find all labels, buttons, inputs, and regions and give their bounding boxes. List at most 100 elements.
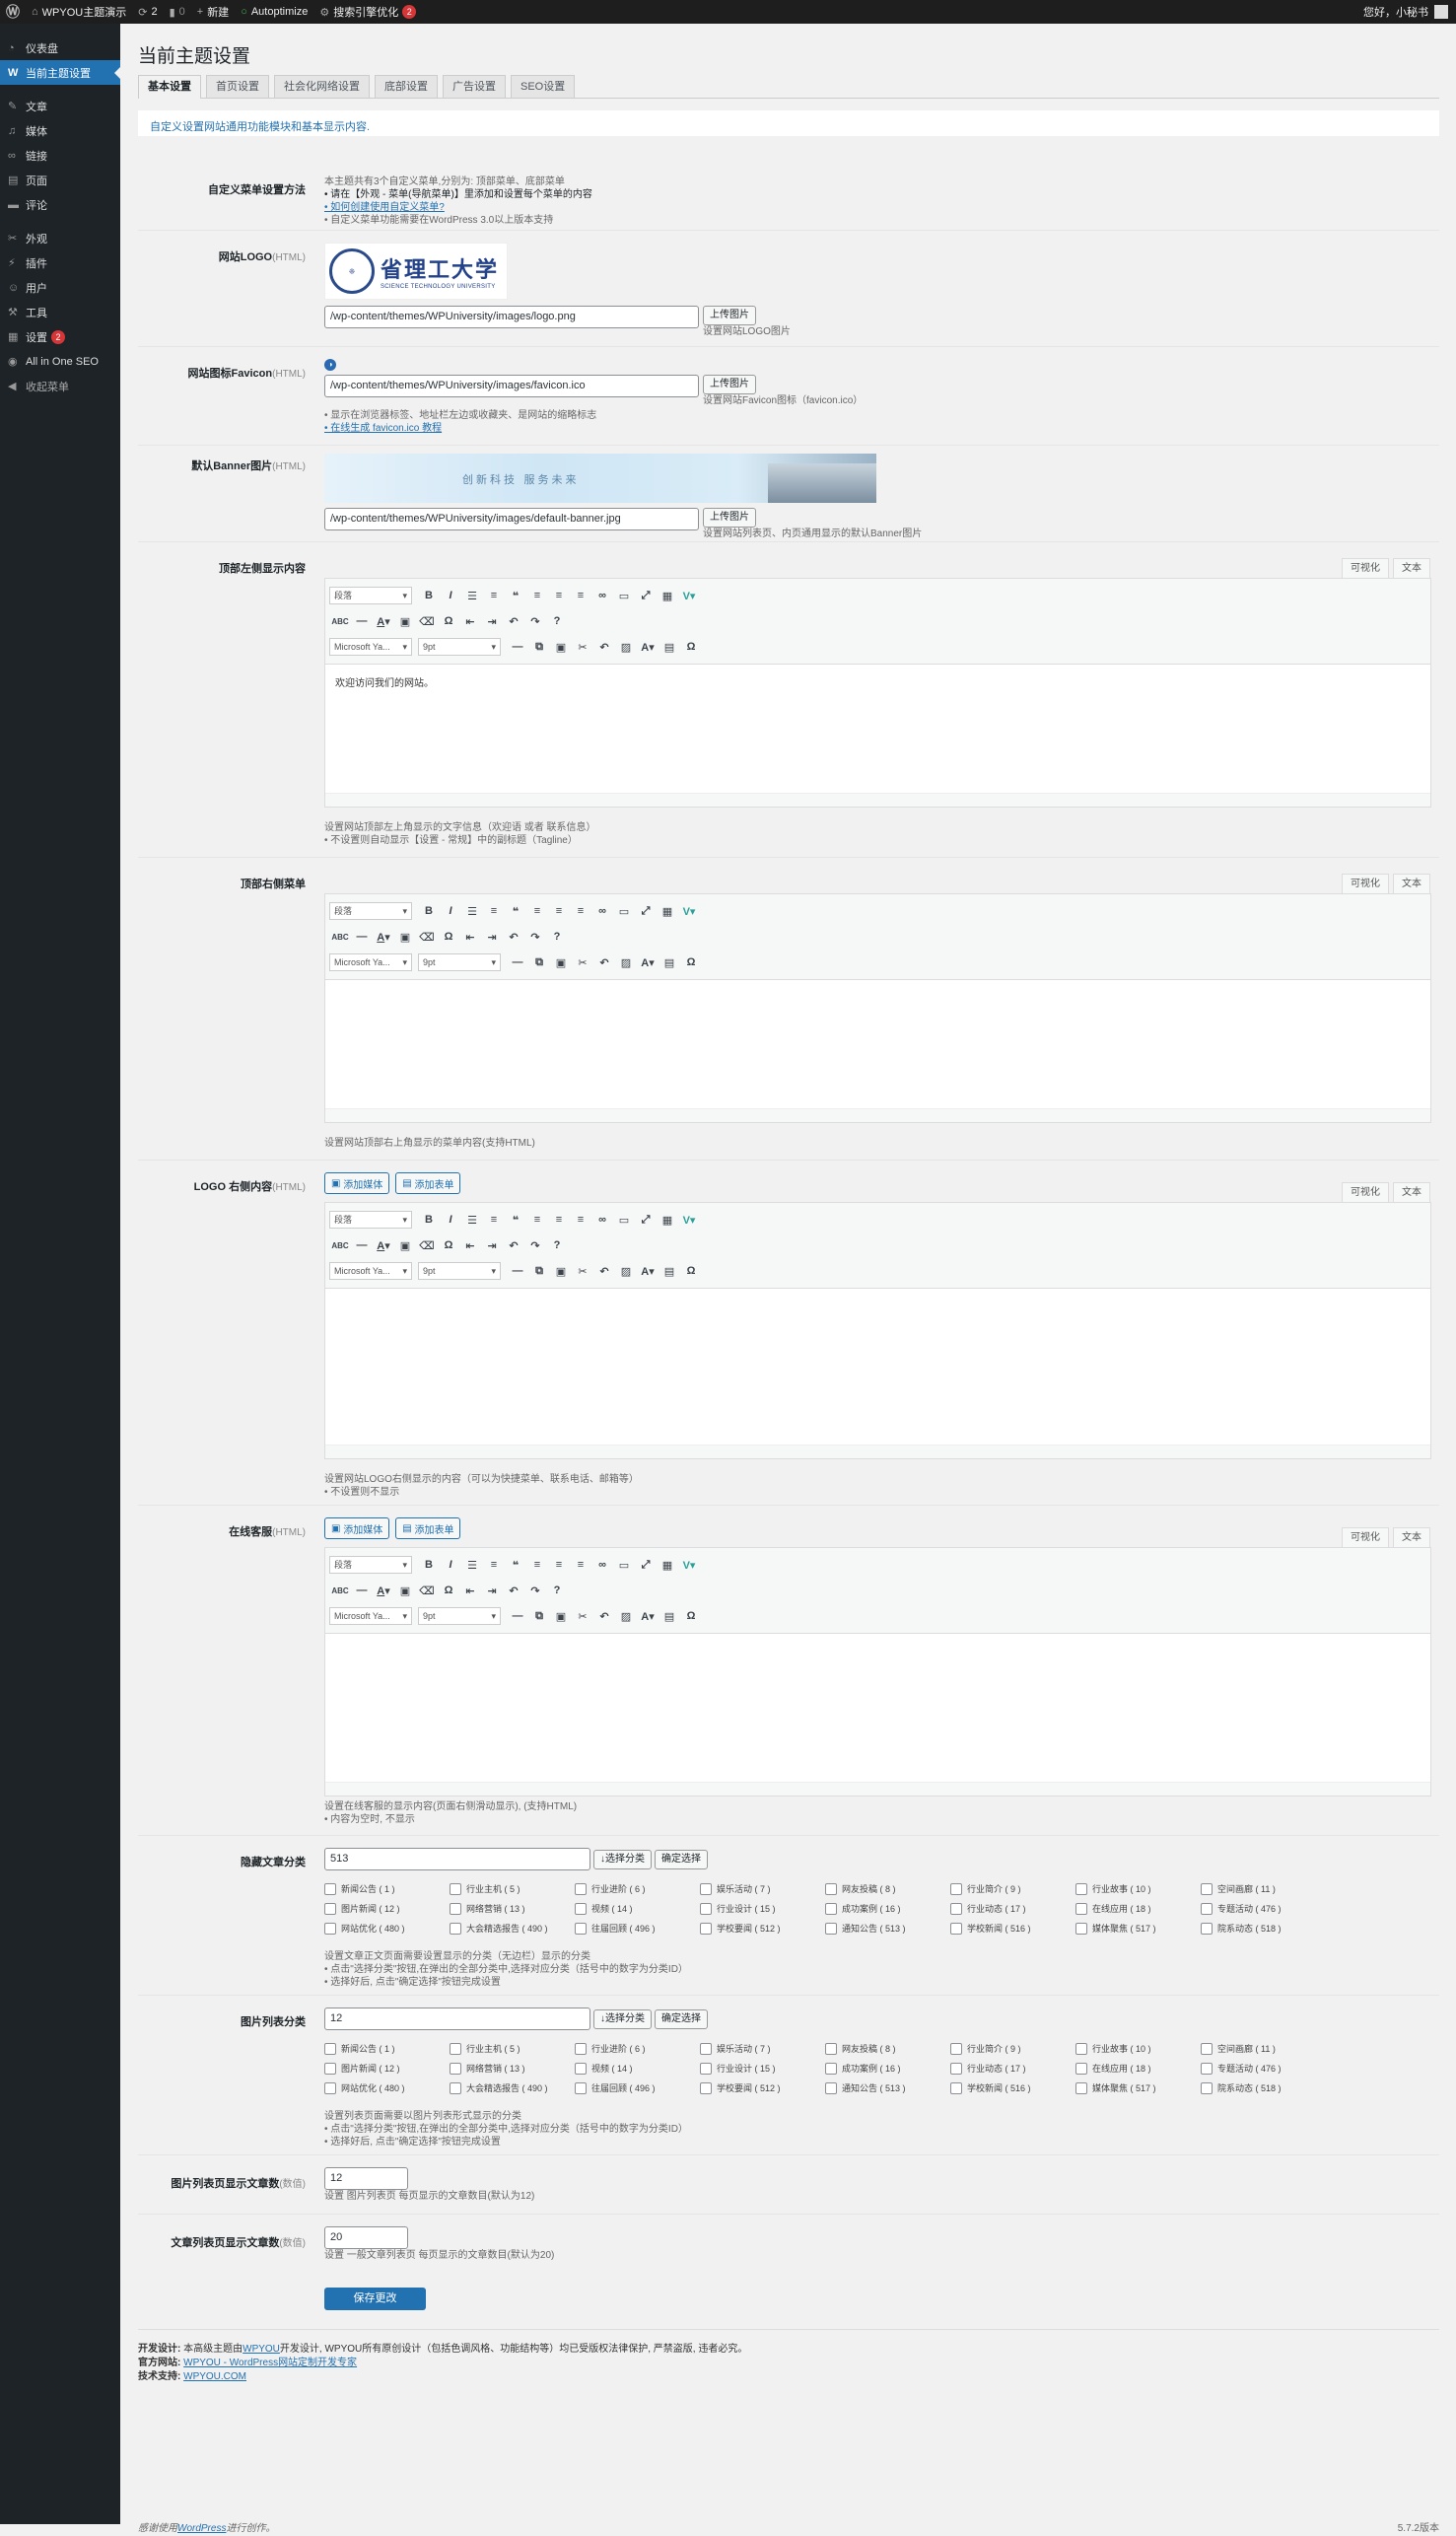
plugin-v-icon[interactable]: V▾	[678, 905, 700, 918]
font-select[interactable]: Microsoft Ya... ▾	[329, 953, 412, 971]
indent-icon[interactable]: ⇥	[481, 615, 503, 628]
tab-basic[interactable]: 基本设置	[138, 75, 201, 99]
outdent-icon[interactable]: ⇤	[459, 931, 481, 944]
outdent-icon[interactable]: ⇤	[459, 1585, 481, 1597]
paste-icon[interactable]: ▣	[550, 641, 572, 654]
align-center-icon[interactable]: ≡	[548, 590, 570, 601]
paste-text-icon[interactable]: ▣	[394, 931, 416, 944]
strikethrough-icon[interactable]: ABC	[329, 1586, 351, 1595]
checkbox[interactable]	[324, 2042, 336, 2055]
horizontal-line-icon[interactable]: —	[351, 1239, 373, 1251]
category-option[interactable]: 专题活动 ( 476 )	[1201, 2060, 1326, 2077]
category-option[interactable]: 学校新闻 ( 516 )	[950, 1920, 1075, 1937]
special-char-icon[interactable]: Ω	[438, 615, 459, 627]
undo-icon[interactable]: ↶	[503, 931, 524, 944]
visual-tab[interactable]: 可视化	[1342, 1182, 1389, 1202]
sidebar-item-users[interactable]: ☺ 用户	[0, 275, 120, 300]
category-option[interactable]: 行业动态 ( 17 )	[950, 2060, 1075, 2077]
category-option[interactable]: 学校要闻 ( 512 )	[700, 2079, 825, 2096]
favicon-path-input[interactable]: /wp-content/themes/WPUniversity/images/f…	[324, 375, 699, 397]
menu-howto-link[interactable]: • 如何创建使用自定义菜单?	[324, 201, 1431, 214]
home-cat-choose-button[interactable]: ↓选择分类	[593, 1849, 652, 1869]
sidebar-item-appearance[interactable]: ✂ 外观	[0, 226, 120, 250]
visual-tab[interactable]: 可视化	[1342, 1527, 1389, 1547]
text-tab[interactable]: 文本	[1393, 1182, 1430, 1202]
dash-icon[interactable]: —	[507, 956, 528, 968]
new-content-link[interactable]: + 新建	[191, 0, 235, 24]
checkbox[interactable]	[324, 2062, 336, 2075]
sidebar-item-comments[interactable]: ▬ 评论	[0, 192, 120, 217]
favicon-tutorial-link[interactable]: • 在线生成 favicon.ico 教程	[324, 423, 442, 434]
sidebar-item-dashboard[interactable]: ◔ 仪表盘	[0, 35, 120, 60]
checkbox[interactable]	[1201, 1882, 1213, 1895]
wordpress-logo-icon[interactable]: Ⓦ	[0, 0, 26, 24]
logo-right-content[interactable]	[325, 1289, 1430, 1444]
add-media-button[interactable]: ▣ 添加媒体	[324, 1517, 390, 1539]
help-icon[interactable]: ?	[546, 1585, 568, 1596]
category-option[interactable]: 行业主机 ( 5 )	[450, 2040, 575, 2057]
checkbox[interactable]	[825, 2042, 837, 2055]
top-left-content[interactable]: 欢迎访问我们的网站。	[325, 665, 1430, 793]
img-cat-choose-button[interactable]: ↓选择分类	[593, 2008, 652, 2029]
checkbox[interactable]	[950, 2062, 962, 2075]
tab-footer[interactable]: 底部设置	[375, 75, 438, 98]
home-cat-confirm-button[interactable]: 确定选择	[655, 1849, 708, 1869]
category-option[interactable]: 学校新闻 ( 516 )	[950, 2079, 1075, 2096]
support-link[interactable]: WPYOU.COM	[183, 2371, 246, 2382]
fullscreen-icon[interactable]: ⤢	[635, 905, 657, 918]
clear-format-icon[interactable]: ⌫	[416, 1585, 438, 1597]
category-option[interactable]: 院系动态 ( 518 )	[1201, 2079, 1326, 2096]
undo2-icon[interactable]: ↶	[593, 641, 615, 654]
checkbox[interactable]	[700, 1922, 712, 1935]
dash-icon[interactable]: —	[507, 641, 528, 653]
redo-icon[interactable]: ↷	[524, 1585, 546, 1597]
help-icon[interactable]: ?	[546, 615, 568, 627]
strikethrough-icon[interactable]: ABC	[329, 933, 351, 942]
logo-upload-button[interactable]: 上传图片	[703, 306, 756, 325]
bullet-list-icon[interactable]: ☰	[461, 1214, 483, 1227]
sidebar-item-settings[interactable]: ▦ 设置 2	[0, 324, 120, 349]
category-option[interactable]: 新闻公告 ( 1 )	[324, 2040, 450, 2057]
official-site-link[interactable]: WPYOU - WordPress网站定制开发专家	[183, 2358, 357, 2368]
undo2-icon[interactable]: ↶	[593, 1610, 615, 1623]
checkbox[interactable]	[950, 1902, 962, 1915]
category-option[interactable]: 在线应用 ( 18 )	[1075, 1900, 1201, 1917]
italic-icon[interactable]: I	[440, 905, 461, 917]
checkbox[interactable]	[1201, 2062, 1213, 2075]
paste-text-icon[interactable]: ▣	[394, 1239, 416, 1252]
align-right-icon[interactable]: ≡	[570, 905, 591, 917]
redo-icon[interactable]: ↷	[524, 1239, 546, 1252]
text-tab[interactable]: 文本	[1393, 1527, 1430, 1547]
checkbox[interactable]	[700, 2062, 712, 2075]
category-option[interactable]: 通知公告 ( 513 )	[825, 2079, 950, 2096]
checkbox[interactable]	[700, 1882, 712, 1895]
add-form-button[interactable]: ▤ 添加表单	[395, 1172, 461, 1194]
fullscreen-icon[interactable]: ⤢	[635, 1559, 657, 1572]
category-option[interactable]: 往届回顾 ( 496 )	[575, 1920, 700, 1937]
checkbox[interactable]	[450, 2081, 461, 2094]
toolbar-toggle-icon[interactable]: ▦	[657, 590, 678, 602]
italic-icon[interactable]: I	[440, 1214, 461, 1226]
redo-icon[interactable]: ↷	[524, 615, 546, 628]
dash-icon[interactable]: —	[507, 1610, 528, 1622]
numbered-list-icon[interactable]: ≡	[483, 1559, 505, 1571]
seo-link[interactable]: ⚙ 搜索引擎优化 2	[313, 0, 422, 24]
category-option[interactable]: 行业主机 ( 5 )	[450, 1880, 575, 1897]
checkbox[interactable]	[450, 2042, 461, 2055]
sidebar-item-links[interactable]: ∞ 链接	[0, 143, 120, 168]
category-option[interactable]: 娱乐活动 ( 7 )	[700, 2040, 825, 2057]
category-option[interactable]: 娱乐活动 ( 7 )	[700, 1880, 825, 1897]
checkbox[interactable]	[700, 1902, 712, 1915]
category-option[interactable]: 院系动态 ( 518 )	[1201, 1920, 1326, 1937]
align-right-icon[interactable]: ≡	[570, 1214, 591, 1226]
paste-icon[interactable]: ▣	[550, 1265, 572, 1278]
quote-icon[interactable]: ❝	[505, 590, 526, 602]
checkbox[interactable]	[1075, 1882, 1087, 1895]
online-service-content[interactable]	[325, 1634, 1430, 1782]
read-more-icon[interactable]: ▭	[613, 905, 635, 918]
format-select[interactable]: 段落 ▾	[329, 587, 412, 604]
img-cat-input[interactable]: 12	[324, 2008, 590, 2030]
copy-icon[interactable]: ⧉	[528, 1610, 550, 1623]
tab-ads[interactable]: 广告设置	[443, 75, 506, 98]
size-select[interactable]: 9pt ▾	[418, 638, 501, 656]
